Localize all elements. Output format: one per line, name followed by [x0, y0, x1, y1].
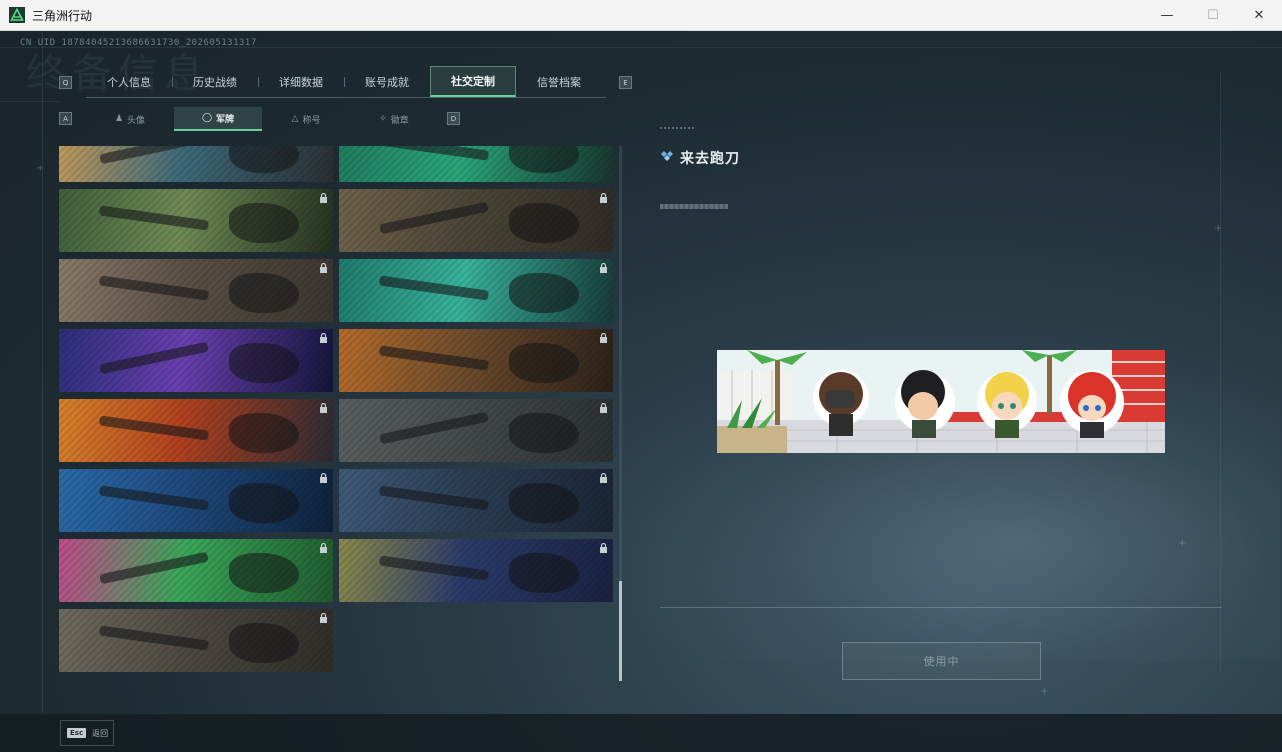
- grid-line: [0, 101, 60, 102]
- dogtag-card[interactable]: [59, 329, 333, 392]
- crosshair-mark: +: [1214, 223, 1223, 234]
- tab-next-key-hint[interactable]: E: [619, 76, 632, 89]
- lock-icon: [319, 403, 328, 413]
- dogtag-card[interactable]: [59, 259, 333, 322]
- item-description-placeholder: [660, 204, 728, 209]
- item-rarity-icon: [661, 151, 673, 161]
- dogtag-card[interactable]: [59, 469, 333, 532]
- card-texture: [59, 259, 333, 322]
- window-title: 三角洲行动: [32, 9, 93, 23]
- card-texture: [59, 329, 333, 392]
- back-button[interactable]: Esc 返回: [60, 720, 114, 746]
- badge-icon: ✧: [379, 114, 387, 124]
- dogtag-card[interactable]: [339, 146, 613, 182]
- dogtag-card[interactable]: [339, 189, 613, 252]
- grid-scrollbar-thumb[interactable]: [619, 581, 622, 681]
- footer-bar: [0, 714, 1282, 752]
- card-texture: [59, 469, 333, 532]
- lock-icon: [599, 333, 608, 343]
- subtab-label: 头像: [127, 115, 146, 126]
- dogtag-icon: ◯: [201, 113, 213, 123]
- dogtag-card[interactable]: [59, 189, 333, 252]
- card-texture: [59, 399, 333, 462]
- card-texture: [339, 329, 613, 392]
- lock-icon: [319, 193, 328, 203]
- grid-line: [42, 31, 43, 714]
- card-texture: [59, 539, 333, 602]
- esc-key-hint: Esc: [67, 728, 87, 738]
- tab-reputation[interactable]: 信誉档案: [516, 66, 602, 97]
- dogtag-card[interactable]: [339, 329, 613, 392]
- lock-icon: [319, 613, 328, 623]
- dogtag-grid: [59, 146, 621, 681]
- crosshair-mark: +: [36, 163, 45, 174]
- card-texture: [339, 146, 613, 182]
- lock-icon: [599, 403, 608, 413]
- card-texture: [339, 539, 613, 602]
- lock-icon: [319, 473, 328, 483]
- dogtag-card[interactable]: [339, 469, 613, 532]
- tab-detailed-data[interactable]: 详细数据: [258, 66, 344, 97]
- lock-icon: [599, 473, 608, 483]
- subtab-dogtag[interactable]: ◯ 军牌: [174, 107, 262, 131]
- dogtag-card[interactable]: [339, 399, 613, 462]
- app-canvas: + + + + 终备信息 CN UID 18784045213686631730…: [0, 31, 1282, 752]
- dogtag-card[interactable]: [59, 146, 333, 182]
- selected-item-name: 来去跑刀: [680, 151, 740, 167]
- panel-divider: [660, 607, 1222, 608]
- lock-icon: [599, 263, 608, 273]
- dogtag-card[interactable]: [339, 539, 613, 602]
- window-titlebar: 三角洲行动 — ☐ ✕: [0, 0, 1282, 31]
- subtab-label: 称号: [302, 115, 321, 126]
- main-tab-bar: 个人信息 历史战绩 详细数据 账号成就 社交定制 信誉档案: [86, 66, 606, 98]
- subtab-label: 军牌: [216, 114, 235, 125]
- card-texture: [59, 609, 333, 672]
- subtab-bar: ♟ 头像 ◯ 军牌 △ 称号 ✧ 徽章: [86, 107, 440, 131]
- close-button[interactable]: ✕: [1236, 0, 1282, 31]
- minimize-button[interactable]: —: [1144, 0, 1190, 31]
- lock-icon: [599, 543, 608, 553]
- dogtag-card[interactable]: [59, 539, 333, 602]
- subtab-avatar[interactable]: ♟ 头像: [86, 107, 174, 131]
- subtab-title[interactable]: △ 称号: [262, 107, 350, 131]
- subtab-badge[interactable]: ✧ 徽章: [350, 107, 438, 131]
- lock-icon: [319, 543, 328, 553]
- subtab-prev-key-hint[interactable]: A: [59, 112, 72, 125]
- tab-personal-info[interactable]: 个人信息: [86, 66, 172, 97]
- title-icon: △: [291, 114, 299, 124]
- dogtag-card[interactable]: [59, 399, 333, 462]
- back-label: 返回: [92, 728, 109, 738]
- tab-social-customization[interactable]: 社交定制: [430, 66, 516, 97]
- card-texture: [59, 189, 333, 252]
- user-icon: ♟: [114, 114, 124, 124]
- tab-prev-key-hint[interactable]: Q: [59, 76, 72, 89]
- tab-match-history[interactable]: 历史战绩: [172, 66, 258, 97]
- card-texture: [339, 469, 613, 532]
- use-dogtag-button[interactable]: 使用中: [842, 642, 1041, 680]
- card-texture: [339, 399, 613, 462]
- card-texture: [339, 189, 613, 252]
- decor-dots: [660, 127, 694, 129]
- grid-line: [1220, 71, 1221, 671]
- subtab-next-key-hint[interactable]: D: [447, 112, 460, 125]
- crosshair-mark: +: [1178, 538, 1187, 549]
- tab-achievements[interactable]: 账号成就: [344, 66, 430, 97]
- card-texture: [59, 146, 333, 182]
- dogtag-card[interactable]: [59, 609, 333, 672]
- dogtag-card[interactable]: [339, 259, 613, 322]
- lock-icon: [599, 193, 608, 203]
- card-texture: [339, 259, 613, 322]
- player-uid: CN UID 18784045213686631730_202605131317: [20, 38, 257, 48]
- dogtag-preview-image: [717, 350, 1165, 453]
- subtab-label: 徽章: [390, 115, 409, 126]
- crosshair-mark: +: [1040, 686, 1049, 697]
- maximize-button[interactable]: ☐: [1190, 0, 1236, 31]
- lock-icon: [319, 333, 328, 343]
- app-logo-icon: [9, 7, 25, 23]
- lock-icon: [319, 263, 328, 273]
